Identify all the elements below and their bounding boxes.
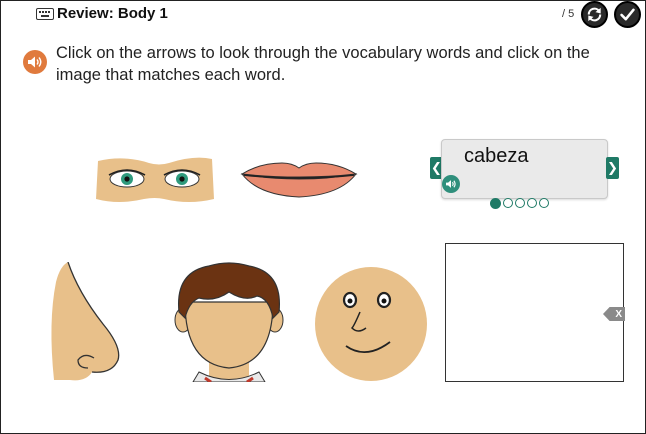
page-title: Review: Body 1 [57,5,168,22]
speaker-icon [446,180,456,188]
nose-image[interactable] [48,262,124,382]
submit-button[interactable] [614,1,641,28]
eyes-image[interactable] [94,155,216,205]
pagination-dot[interactable] [490,198,501,209]
next-word-button[interactable]: ❯ [606,157,619,179]
refresh-button[interactable] [581,1,608,28]
head-image[interactable] [169,262,289,382]
pagination-dot[interactable] [503,198,513,208]
face-image[interactable] [314,262,428,382]
check-icon [620,8,635,21]
pagination-dot[interactable] [515,198,525,208]
speaker-icon [28,56,42,68]
keyboard-icon[interactable] [36,8,54,20]
instructions-text: Click on the arrows to look through the … [56,44,590,84]
pagination-dot[interactable] [527,198,537,208]
lips-image[interactable] [240,157,358,203]
refresh-icon [587,7,602,22]
pagination-dot[interactable] [539,198,549,208]
instructions-audio-button[interactable] [23,50,47,74]
answer-drop-box[interactable] [445,243,624,382]
page-counter: / 5 [562,8,575,20]
carousel-pagination [490,198,549,209]
word-audio-button[interactable] [442,175,460,193]
vocab-card: cabeza [441,139,608,199]
vocab-word: cabeza [464,145,529,167]
